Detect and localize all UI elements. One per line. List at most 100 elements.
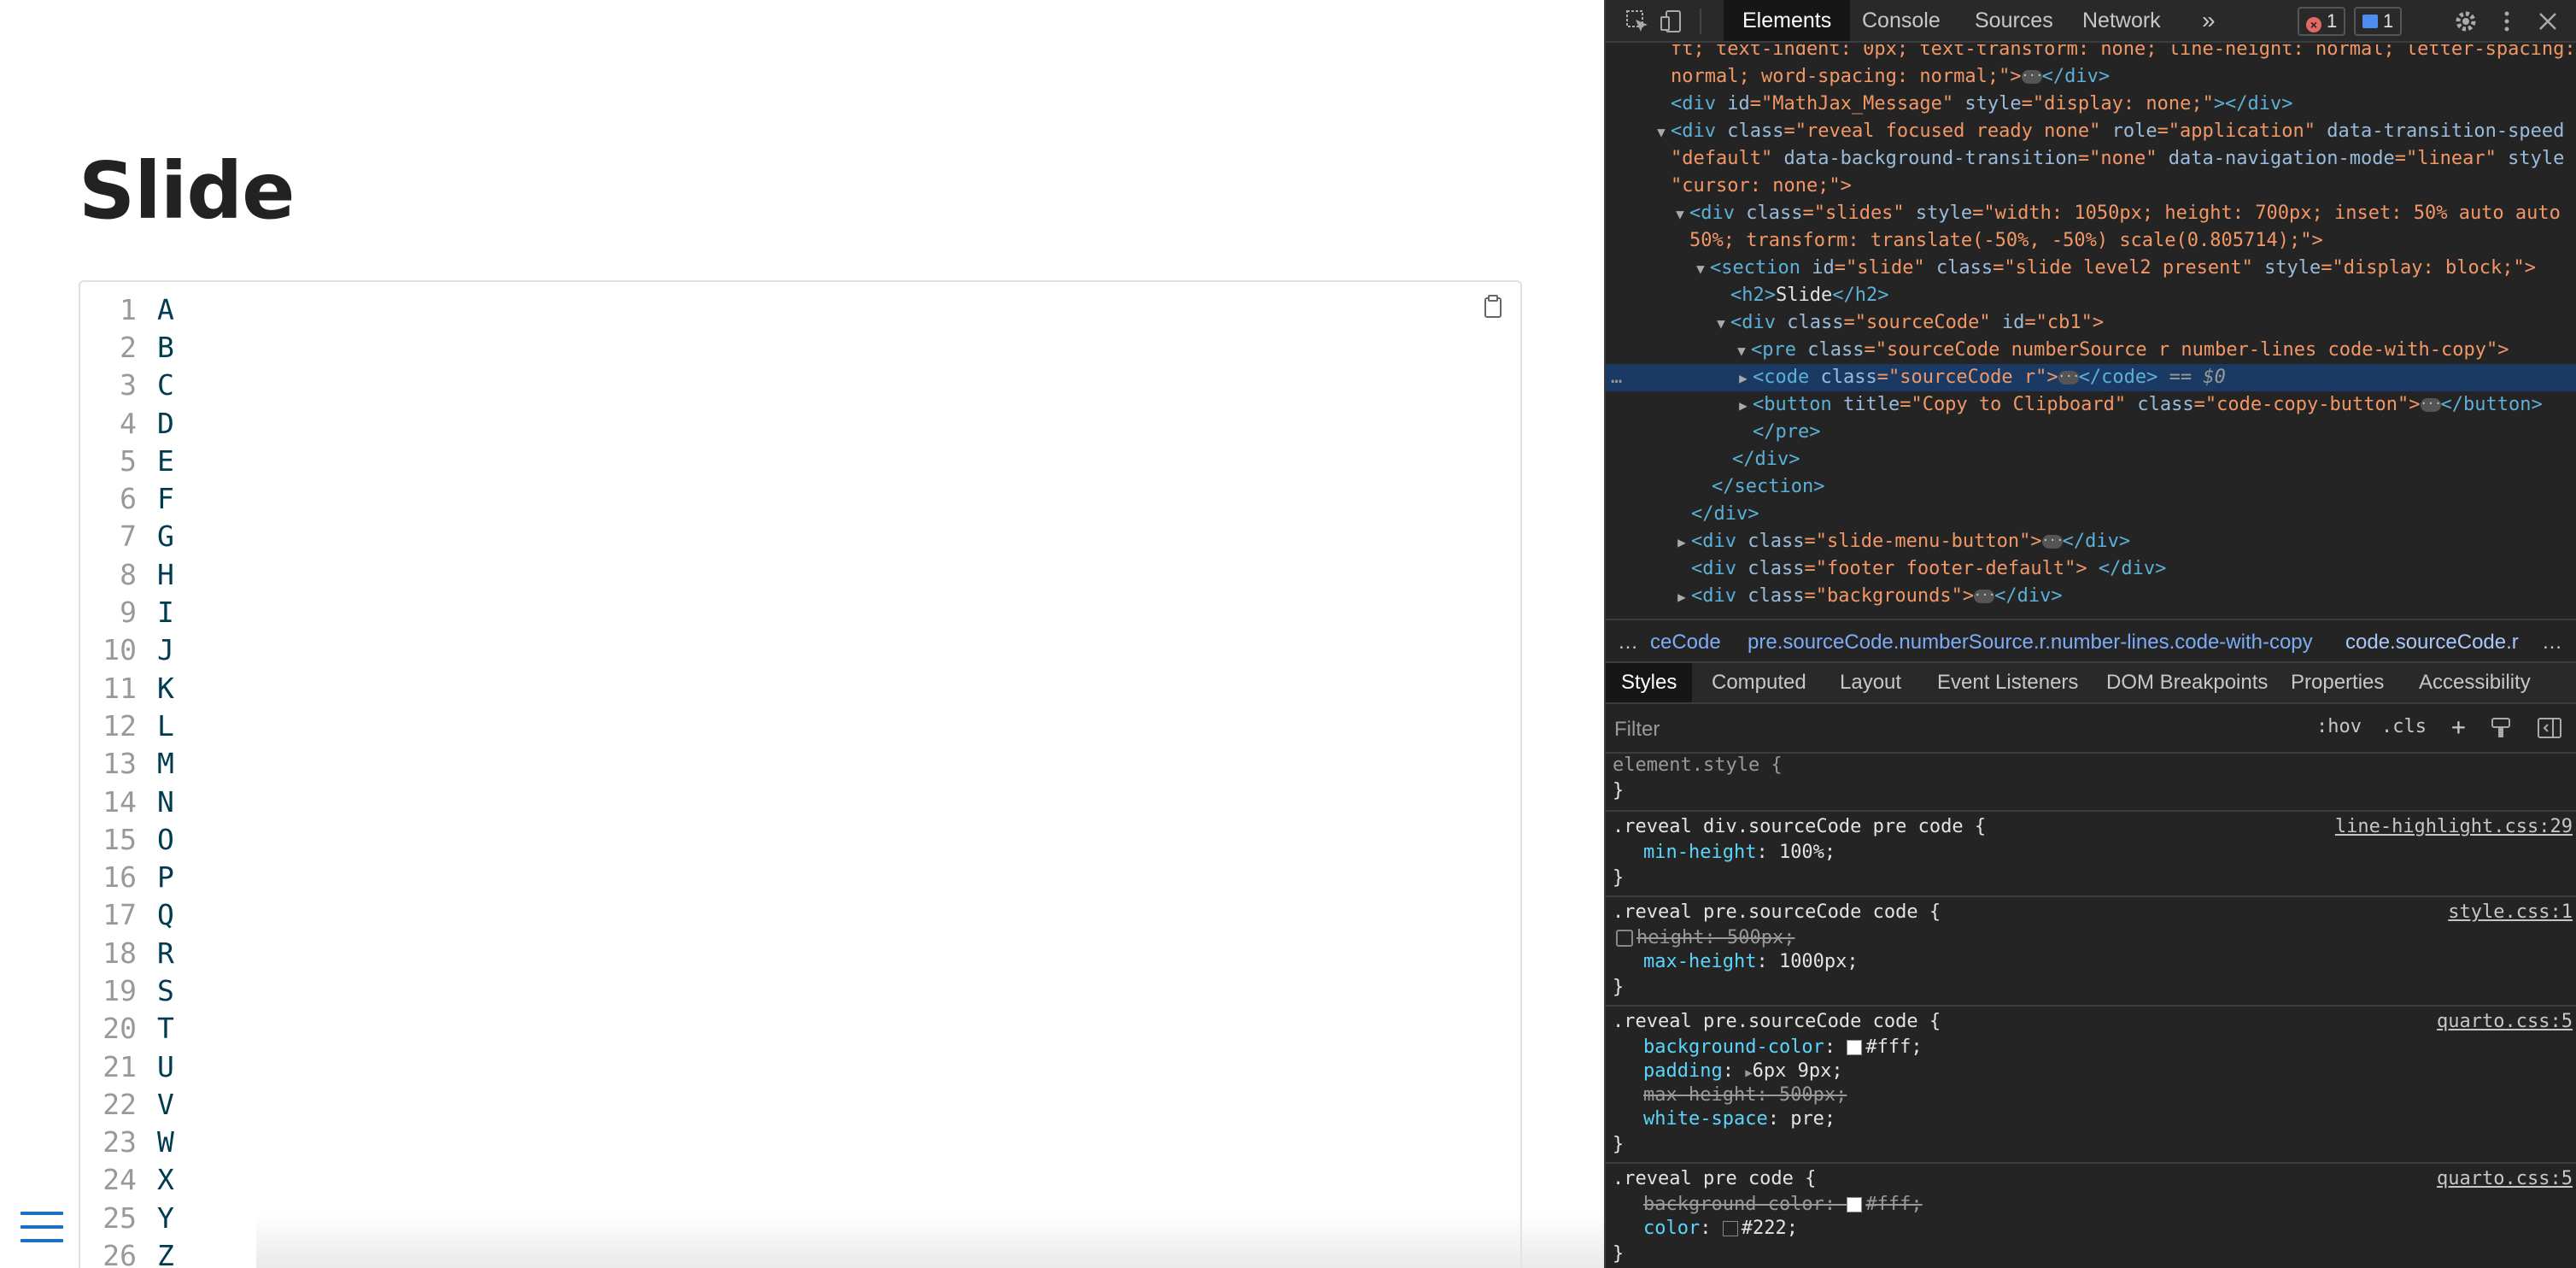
rule-selector[interactable]: element.style { [1613, 754, 1783, 778]
line-number: 18 [102, 936, 137, 970]
css-declaration-overridden[interactable]: max-height: 500px; [1643, 1083, 1847, 1107]
expand-triangle-icon[interactable]: ▶ [1745, 1066, 1752, 1080]
line-number: 8 [120, 557, 137, 591]
copy-to-clipboard-button[interactable] [1481, 294, 1505, 320]
tab-dom-breakpoints[interactable]: DOM Breakpoints [2091, 663, 2283, 702]
line-number: 2 [120, 330, 137, 364]
css-declaration-overridden[interactable]: background-color: #fff; [1643, 1193, 1923, 1217]
message-count-badge[interactable]: 1 [2354, 7, 2403, 36]
new-style-rule-button[interactable]: + [2451, 713, 2466, 741]
dom-line[interactable]: </section> [1606, 473, 2576, 501]
dom-tree: ft; text-indent: 0px; text-transform: no… [1606, 44, 2576, 617]
tab-layout[interactable]: Layout [1824, 663, 1917, 702]
code-text: Z [157, 1239, 174, 1268]
breadcrumb-item-current[interactable]: code.sourceCode.r [2345, 620, 2519, 661]
paint-brush-icon[interactable] [2489, 716, 2513, 740]
dom-line-selected[interactable]: … ▶ <code class="sourceCode r">···</code> … [1606, 364, 2576, 391]
dom-line[interactable]: <div id="MathJax_Message" style="display… [1606, 91, 2576, 118]
dom-line[interactable]: </div> [1606, 446, 2576, 473]
code-text: B [157, 330, 174, 364]
code-line: 2B [80, 328, 174, 366]
dom-line[interactable]: ▼ <div class="sourceCode" id="cb1"> [1606, 309, 2576, 337]
slide-menu-button[interactable] [20, 1212, 63, 1251]
more-options-icon[interactable] [2494, 9, 2520, 34]
tab-console[interactable]: Console [1843, 0, 1959, 41]
dom-line[interactable]: <div class="footer footer-default"> </di… [1606, 555, 2576, 583]
dom-line[interactable]: <h2>Slide</h2> [1606, 282, 2576, 309]
breadcrumb-scroll-left[interactable]: … [1618, 620, 1638, 661]
class-toggle[interactable]: .cls [2381, 716, 2427, 737]
expand-triangle-icon: ▶ [1739, 397, 1748, 414]
toggle-sidebar-icon[interactable] [2537, 716, 2562, 740]
style-rules: element.style { } .reveal div.sourceCode… [1606, 754, 2576, 1268]
color-swatch-icon[interactable] [1722, 1221, 1738, 1236]
color-swatch-icon[interactable] [1847, 1040, 1863, 1055]
inspect-element-icon[interactable] [1625, 9, 1650, 34]
dom-line[interactable]: ▶ <button title="Copy to Clipboard" class… [1606, 391, 2576, 419]
dom-line[interactable]: "cursor: none;"> [1606, 173, 2576, 200]
line-number: 17 [102, 898, 137, 932]
rule-source-link[interactable]: line-highlight.css:29 [2335, 815, 2573, 839]
dom-line[interactable]: "default" data-background-transition="no… [1606, 145, 2576, 173]
dom-line[interactable]: ▼ <section id="slide" class="slide level2… [1606, 255, 2576, 282]
tab-network[interactable]: Network [2064, 0, 2180, 41]
css-declaration[interactable]: white-space: pre; [1643, 1107, 1835, 1131]
dom-line[interactable]: ▼ <div class="reveal focused ready none" … [1606, 118, 2576, 145]
ellipsis-icon[interactable]: ··· [2021, 70, 2043, 84]
color-swatch-icon[interactable] [1847, 1197, 1863, 1212]
code-line: 12 L [80, 707, 174, 744]
css-declaration[interactable]: padding: ▶6px 9px; [1643, 1060, 1843, 1083]
dom-line[interactable]: </pre> [1606, 419, 2576, 446]
dom-line[interactable]: ▼ <pre class="sourceCode numberSource r n… [1606, 337, 2576, 364]
css-declaration[interactable]: color: #222; [1643, 1217, 1798, 1241]
code-text: Y [157, 1200, 174, 1235]
code-text: P [157, 860, 174, 895]
dom-line[interactable]: ft; text-indent: 0px; text-transform: no… [1606, 44, 2576, 63]
rule-source-link[interactable]: quarto.css:5 [2437, 1167, 2573, 1191]
error-count-badge[interactable]: × 1 [2298, 7, 2346, 36]
tab-sources[interactable]: Sources [1956, 0, 2072, 41]
rule-source-link[interactable]: quarto.css:5 [2437, 1010, 2573, 1034]
rule-selector[interactable]: .reveal pre code { [1613, 1167, 1816, 1191]
line-number: 19 [102, 973, 137, 1007]
more-tabs-button[interactable]: » [2183, 0, 2234, 41]
dom-line[interactable]: ▼ <div class="slides" style="width: 1050p… [1606, 200, 2576, 227]
tab-properties[interactable]: Properties [2275, 663, 2399, 702]
css-declaration[interactable]: max-height: 1000px; [1643, 950, 1859, 974]
ellipsis-icon[interactable]: ··· [2420, 398, 2442, 412]
ellipsis-icon[interactable]: ··· [2058, 371, 2080, 385]
breadcrumb-item[interactable]: ceCode [1650, 620, 1721, 661]
css-declaration-overridden[interactable]: height: 500px; [1616, 926, 1794, 950]
code-line: 21 U [80, 1048, 174, 1085]
ellipsis-icon[interactable]: ··· [1974, 590, 1995, 603]
dom-line[interactable]: </div> [1606, 501, 2576, 528]
rule-selector[interactable]: .reveal div.sourceCode pre code { [1613, 815, 1986, 839]
dom-line[interactable]: 50%; transform: translate(-50%, -50%) sc… [1606, 227, 2576, 255]
device-toolbar-icon[interactable] [1659, 9, 1684, 34]
dom-line[interactable]: ▶ <div class="backgrounds">···</div> [1606, 583, 2576, 610]
css-declaration[interactable]: min-height: 100%; [1643, 841, 1835, 865]
dom-line[interactable]: ▶ <div class="slide-menu-button">···</div… [1606, 528, 2576, 555]
tab-accessibility[interactable]: Accessibility [2403, 663, 2546, 702]
tab-styles[interactable]: Styles [1606, 663, 1693, 702]
ellipsis-icon[interactable]: ··· [2041, 535, 2064, 549]
code-text: G [157, 520, 174, 554]
breadcrumb-scroll-right[interactable]: … [2542, 620, 2562, 661]
hover-state-toggle[interactable]: :hov [2316, 716, 2362, 737]
tab-event-listeners[interactable]: Event Listeners [1922, 663, 2093, 702]
tab-computed[interactable]: Computed [1696, 663, 1822, 702]
tab-elements[interactable]: Elements [1724, 0, 1851, 41]
rule-selector[interactable]: .reveal pre.sourceCode code { [1613, 901, 1941, 925]
styles-filter-input[interactable] [1613, 713, 2197, 747]
rule-source-link[interactable]: style.css:1 [2448, 901, 2573, 925]
dom-line[interactable]: normal; word-spacing: normal;">···</div> [1606, 63, 2576, 91]
declaration-checkbox[interactable] [1616, 930, 1633, 947]
breadcrumb-item[interactable]: pre.sourceCode.numberSource.r.number-lin… [1748, 620, 2313, 661]
error-icon: × [2306, 17, 2321, 32]
gear-icon[interactable] [2453, 9, 2479, 34]
rule-selector[interactable]: .reveal pre.sourceCode code { [1613, 1010, 1941, 1034]
code-text: J [157, 633, 174, 667]
code-line: 16 P [80, 858, 174, 895]
close-icon[interactable] [2535, 9, 2561, 34]
css-declaration[interactable]: background-color: #fff; [1643, 1036, 1923, 1060]
